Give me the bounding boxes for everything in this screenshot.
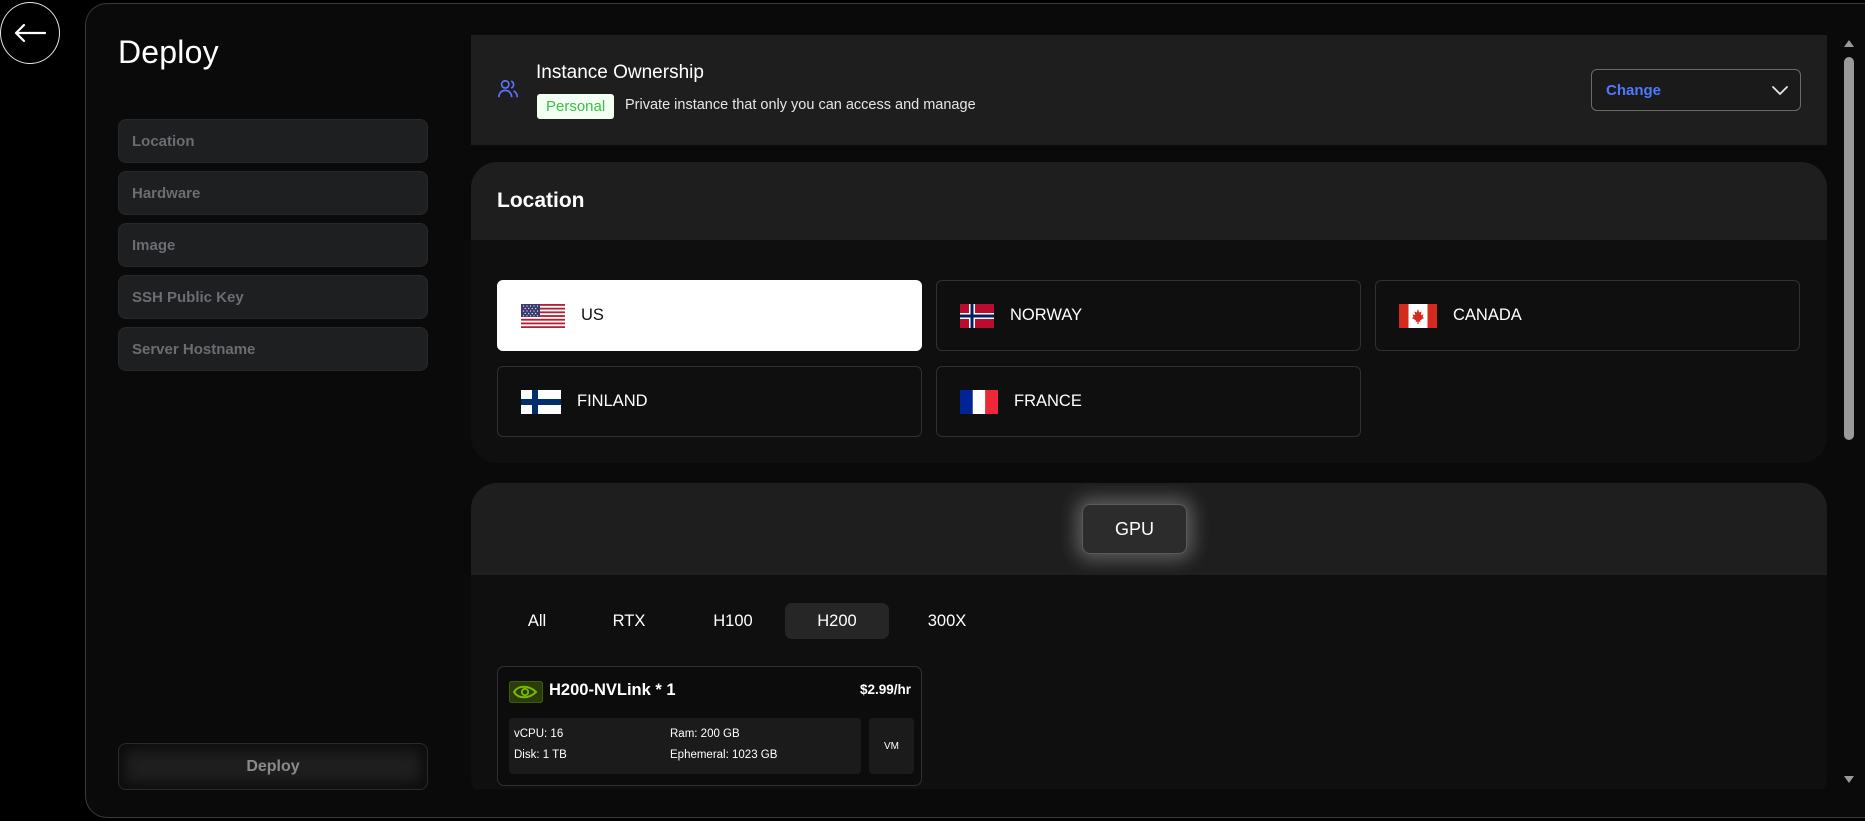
us-flag-icon [521, 303, 565, 328]
location-title: Location [471, 162, 1827, 240]
page-title: Deploy [118, 34, 219, 70]
gpu-type-button[interactable]: GPU [1082, 504, 1187, 554]
ownership-badge: Personal [537, 94, 615, 119]
main-content: Instance Ownership Personal Private inst… [471, 35, 1827, 789]
spec-ephemeral: Ephemeral: 1023 GB [670, 749, 778, 761]
change-ownership-dropdown[interactable]: Change [1591, 69, 1801, 111]
vm-badge: VM [869, 718, 914, 774]
hardware-header: GPU [471, 483, 1827, 575]
scrollbar[interactable] [1842, 35, 1856, 789]
change-label: Change [1606, 81, 1662, 99]
tab-h200[interactable]: H200 [785, 603, 889, 639]
gpu-card-h200-nvlink[interactable]: H200-NVLink * 1 $2.99/hr vCPU: 16 Ram: 2… [497, 666, 922, 786]
deploy-button[interactable]: Deploy [118, 743, 428, 790]
arrow-left-icon [14, 23, 47, 43]
step-label: Server Hostname [132, 340, 256, 358]
gpu-specs: vCPU: 16 Ram: 200 GB Disk: 1 TB Ephemera… [509, 718, 861, 774]
ownership-description: Private instance that only you can acces… [625, 97, 976, 113]
scrollbar-thumb[interactable] [1844, 57, 1854, 440]
spec-disk: Disk: 1 TB [514, 749, 567, 761]
tab-all[interactable]: All [497, 603, 577, 639]
location-option-canada[interactable]: CANADA [1375, 280, 1800, 351]
step-hardware[interactable]: Hardware [118, 171, 428, 215]
step-label: Location [132, 132, 195, 150]
spec-ram: Ram: 200 GB [670, 728, 740, 740]
finland-flag-icon [521, 389, 561, 414]
location-name: FRANCE [1014, 392, 1082, 410]
gpu-filter-tabs: All RTX H100 H200 300X [497, 603, 1005, 639]
step-server-hostname[interactable]: Server Hostname [118, 327, 428, 371]
tab-h100[interactable]: H100 [681, 603, 785, 639]
step-label: SSH Public Key [132, 288, 244, 306]
location-option-us[interactable]: US [497, 280, 922, 351]
norway-flag-icon [960, 303, 994, 328]
france-flag-icon [960, 389, 998, 414]
deploy-steps-nav: Location Hardware Image SSH Public Key S… [118, 119, 428, 379]
back-button[interactable] [0, 2, 60, 64]
scroll-up-arrow-icon[interactable] [1843, 38, 1855, 48]
location-name: CANADA [1453, 306, 1522, 324]
instance-ownership-section: Instance Ownership Personal Private inst… [471, 35, 1827, 145]
users-icon [498, 79, 518, 98]
hardware-section: GPU All RTX H100 H200 300X H200-NVLink *… [471, 483, 1827, 789]
location-option-norway[interactable]: NORWAY [936, 280, 1361, 351]
location-section: Location US NORWAY CANADA FINLAND FRANCE [471, 162, 1827, 463]
tab-rtx[interactable]: RTX [577, 603, 681, 639]
location-name: NORWAY [1010, 306, 1083, 324]
step-label: Image [132, 236, 176, 254]
gpu-price: $2.99/hr [859, 682, 911, 697]
location-name: FINLAND [577, 392, 648, 410]
step-label: Hardware [132, 184, 201, 202]
chevron-down-icon [1772, 86, 1788, 95]
nvidia-logo-icon [509, 681, 543, 703]
scroll-down-arrow-icon[interactable] [1843, 775, 1855, 785]
step-ssh-public-key[interactable]: SSH Public Key [118, 275, 428, 319]
canada-flag-icon [1399, 303, 1437, 328]
location-name: US [581, 306, 604, 324]
spec-vcpu: vCPU: 16 [514, 728, 564, 740]
location-option-france[interactable]: FRANCE [936, 366, 1361, 437]
step-image[interactable]: Image [118, 223, 428, 267]
step-location[interactable]: Location [118, 119, 428, 163]
ownership-title: Instance Ownership [536, 62, 704, 83]
tab-300x[interactable]: 300X [889, 603, 1005, 639]
gpu-name: H200-NVLink * 1 [549, 681, 676, 699]
location-option-finland[interactable]: FINLAND [497, 366, 922, 437]
